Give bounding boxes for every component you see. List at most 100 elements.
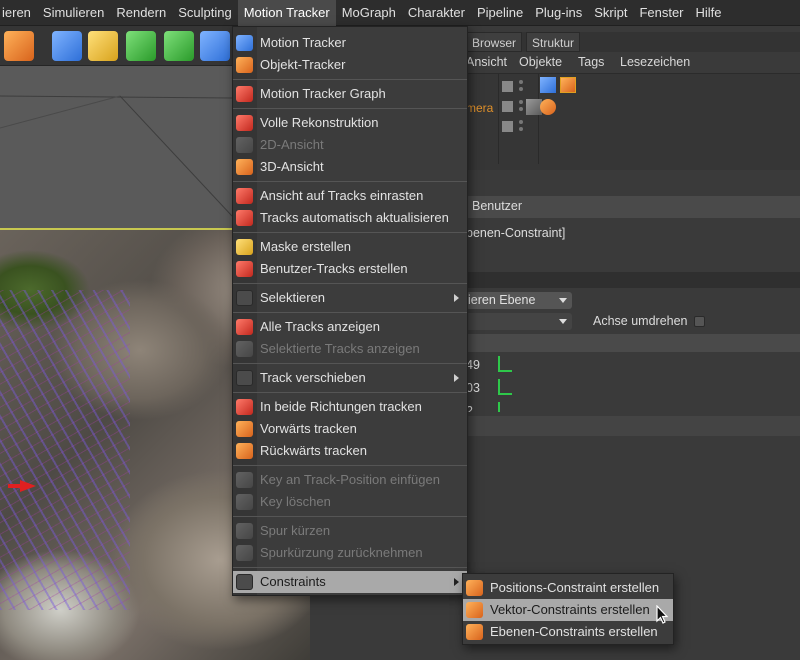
track-forward-icon — [236, 421, 253, 437]
menu-separator — [233, 283, 467, 284]
menu-item-alle-tracks-anzeigen[interactable]: Alle Tracks anzeigen — [233, 316, 467, 338]
menubar-item-pipeline[interactable]: Pipeline — [471, 0, 529, 26]
visibility-dot-icon[interactable] — [519, 120, 523, 124]
menu-ansicht[interactable]: Ansicht — [466, 55, 507, 69]
undo-trim-icon — [236, 545, 253, 561]
menubar-item-simulieren[interactable]: Simulieren — [37, 0, 110, 26]
layer-icon[interactable] — [502, 101, 513, 112]
submenu-item-vektor-constraints-erstellen[interactable]: Vektor-Constraints erstellen — [463, 599, 673, 621]
object-name-camera[interactable]: mera — [466, 101, 493, 115]
constraint-tag-icon[interactable] — [540, 77, 556, 93]
menu-separator — [233, 465, 467, 466]
visibility-dot-icon[interactable] — [519, 87, 523, 91]
menu-item-label: Selektieren — [260, 290, 326, 305]
position-constraint-icon — [466, 580, 483, 596]
protection-tag-icon[interactable] — [540, 99, 556, 115]
render-icon[interactable] — [4, 31, 34, 61]
menu-item-label: Motion Tracker Graph — [260, 86, 386, 101]
menubar-item-charakter[interactable]: Charakter — [402, 0, 471, 26]
menubar-item-ieren[interactable]: ieren — [0, 0, 37, 26]
menubar-item-hilfe[interactable]: Hilfe — [690, 0, 728, 26]
submenu-item-positions-constraint-erstellen[interactable]: Positions-Constraint erstellen — [463, 577, 673, 599]
menu-item-label: 2D-Ansicht — [260, 137, 324, 152]
menu-item-label: Key löschen — [260, 494, 331, 509]
menu-item-maske-erstellen[interactable]: Maske erstellen — [233, 236, 467, 258]
visibility-dot-icon[interactable] — [519, 107, 523, 111]
viewport-grid[interactable] — [0, 66, 232, 228]
vector-constraint-tag-icon[interactable] — [560, 77, 576, 93]
menubar-item-plug-ins[interactable]: Plug-ins — [529, 0, 588, 26]
menu-separator — [233, 181, 467, 182]
menu-item-motion-tracker-graph[interactable]: Motion Tracker Graph — [233, 83, 467, 105]
layer-icon[interactable] — [502, 81, 513, 92]
submenu-item-label: Vektor-Constraints erstellen — [490, 602, 650, 617]
track-both-icon — [236, 399, 253, 415]
menubar-item-mograph[interactable]: MoGraph — [336, 0, 402, 26]
menu-item-track-verschieben[interactable]: Track verschieben — [233, 367, 467, 389]
menubar-item-motion-tracker[interactable]: Motion Tracker — [237, 0, 336, 26]
link-icon[interactable] — [498, 356, 512, 372]
menu-lesezeichen[interactable]: Lesezeichen — [620, 55, 690, 69]
mask-icon — [236, 239, 253, 255]
tab-benutzer[interactable]: Benutzer — [472, 199, 522, 213]
menu-objekte[interactable]: Objekte — [519, 55, 562, 69]
object-list[interactable] — [466, 74, 800, 170]
menu-item-vorwärts-tracken[interactable]: Vorwärts tracken — [233, 418, 467, 440]
link-icon[interactable] — [498, 379, 512, 395]
menu-item-label: Vorwärts tracken — [260, 421, 357, 436]
menubar-item-fenster[interactable]: Fenster — [633, 0, 689, 26]
menu-item-label: In beide Richtungen tracken — [260, 399, 422, 414]
cube-icon[interactable] — [52, 31, 82, 61]
tab-browser[interactable]: Browser — [466, 32, 523, 52]
menu-item-objekt-tracker[interactable]: Objekt-Tracker — [233, 54, 467, 76]
submenu-item-ebenen-constraints-erstellen[interactable]: Ebenen-Constraints erstellen — [463, 621, 673, 643]
target-select[interactable] — [466, 313, 572, 330]
menu-item-motion-tracker[interactable]: Motion Tracker — [233, 32, 467, 54]
menu-item-tracks-automatisch-aktualisieren[interactable]: Tracks automatisch aktualisieren — [233, 207, 467, 229]
insert-key-icon — [236, 472, 253, 488]
column-divider — [498, 74, 499, 164]
menubar-item-skript[interactable]: Skript — [588, 0, 633, 26]
subdivide-icon[interactable] — [126, 31, 156, 61]
menu-item-label: Track verschieben — [260, 370, 366, 385]
show-all-tracks-icon — [236, 319, 253, 335]
mode-select[interactable]: ieren Ebene — [466, 292, 572, 309]
menubar-item-rendern[interactable]: Rendern — [110, 0, 172, 26]
mode-select-value: ieren Ebene — [468, 293, 536, 307]
menu-separator — [233, 79, 467, 80]
show-selected-tracks-icon — [236, 341, 253, 357]
menubar-item-sculpting[interactable]: Sculpting — [172, 0, 237, 26]
menu-item-benutzer-tracks-erstellen[interactable]: Benutzer-Tracks erstellen — [233, 258, 467, 280]
cloner-icon[interactable] — [164, 31, 194, 61]
visibility-dot-icon[interactable] — [519, 100, 523, 104]
menu-separator — [233, 363, 467, 364]
chevron-down-icon — [559, 298, 567, 303]
object-manager-menu: Ansicht Objekte Tags Lesezeichen — [466, 52, 800, 74]
pen-icon[interactable] — [88, 31, 118, 61]
menu-item-constraints[interactable]: Constraints — [233, 571, 467, 593]
chevron-down-icon — [559, 319, 567, 324]
menu-item-in-beide-richtungen-tracken[interactable]: In beide Richtungen tracken — [233, 396, 467, 418]
menu-item-rückwärts-tracken[interactable]: Rückwärts tracken — [233, 440, 467, 462]
submenu-placeholder-icon — [236, 290, 253, 306]
value-field[interactable]: 03 — [466, 381, 480, 395]
visibility-dot-icon[interactable] — [519, 127, 523, 131]
deformer-icon[interactable] — [200, 31, 230, 61]
flip-axis-checkbox[interactable] — [694, 316, 705, 327]
menu-item-selektieren[interactable]: Selektieren — [233, 287, 467, 309]
menu-item-key-an-track-position-einfügen: Key an Track-Position einfügen — [233, 469, 467, 491]
tab-struktur[interactable]: Struktur — [526, 32, 581, 52]
delete-key-icon — [236, 494, 253, 510]
link-icon[interactable] — [498, 402, 512, 412]
menu-item-label: Objekt-Tracker — [260, 57, 346, 72]
menu-item-volle-rekonstruktion[interactable]: Volle Rekonstruktion — [233, 112, 467, 134]
menu-tags[interactable]: Tags — [578, 55, 604, 69]
menu-item-ansicht-auf-tracks-einrasten[interactable]: Ansicht auf Tracks einrasten — [233, 185, 467, 207]
value-field[interactable]: 49 — [466, 358, 480, 372]
menu-item-3d-ansicht[interactable]: 3D-Ansicht — [233, 156, 467, 178]
constraints-submenu: Positions-Constraint erstellen Vektor-Con… — [462, 573, 674, 645]
menu-item-label: Tracks automatisch aktualisieren — [260, 210, 449, 225]
visibility-dot-icon[interactable] — [519, 80, 523, 84]
layer-icon[interactable] — [502, 121, 513, 132]
menu-item-label: Spurkürzung zurücknehmen — [260, 545, 423, 560]
